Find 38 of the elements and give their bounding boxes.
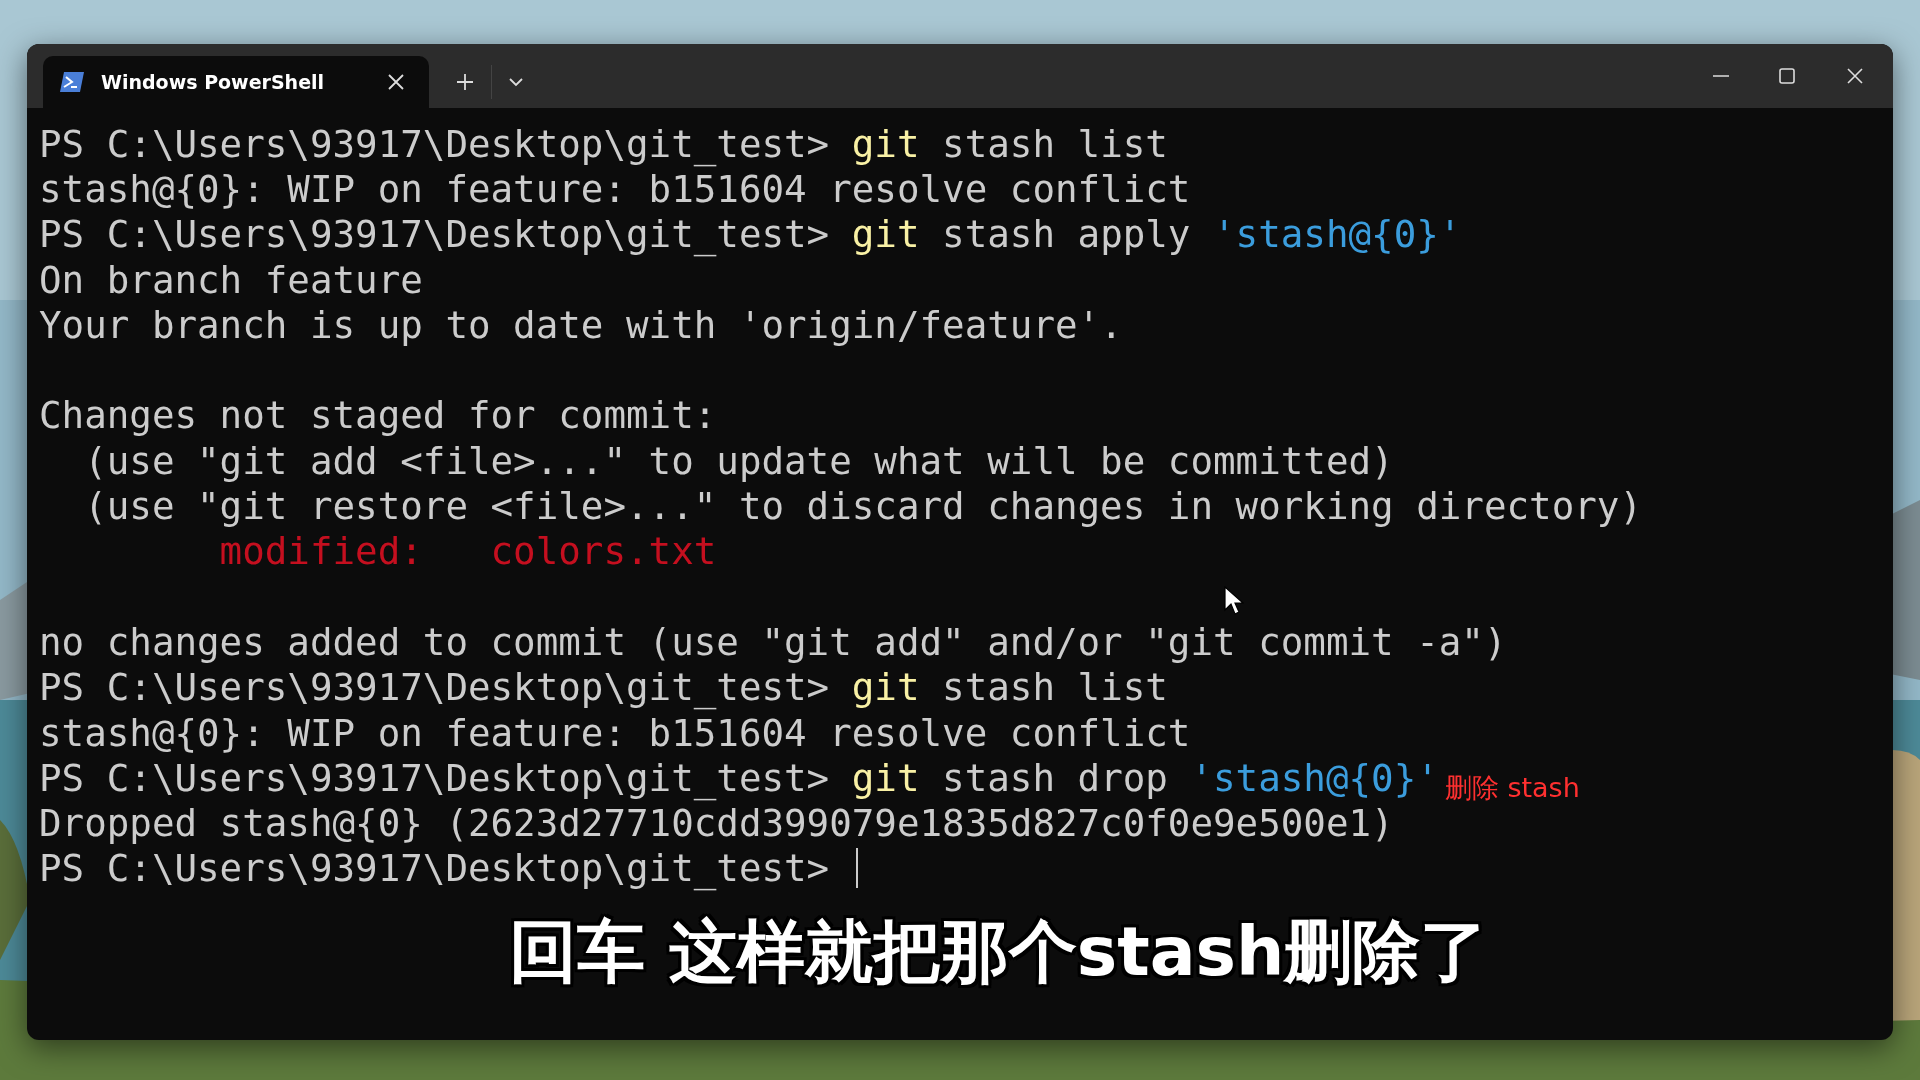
plus-icon bbox=[455, 72, 475, 92]
terminal-tab[interactable]: Windows PowerShell bbox=[43, 56, 429, 108]
subtitle-caption: 回车 这样就把那个stash删除了 bbox=[509, 911, 1489, 994]
chevron-down-icon bbox=[508, 77, 524, 87]
text-cursor bbox=[855, 848, 858, 889]
modified-file-text: modified: colors.txt bbox=[218, 529, 717, 574]
terminal-text: PS C:\Users\93917\Desktop\git_test> bbox=[39, 755, 831, 800]
tab-title: Windows PowerShell bbox=[101, 71, 326, 93]
command-text: git bbox=[851, 665, 920, 710]
terminal-text: (use "git add <file>..." to update what will be committed) bbox=[83, 438, 1394, 483]
terminal-text: PS C:\Users\93917\Desktop\git_test> bbox=[39, 212, 831, 257]
close-icon bbox=[1845, 66, 1865, 86]
terminal-text: stash list bbox=[941, 665, 1168, 710]
terminal-text: PS C:\Users\93917\Desktop\git_test> bbox=[39, 665, 831, 710]
terminal-text: PS C:\Users\93917\Desktop\git_test> bbox=[39, 846, 831, 891]
terminal-text: Dropped stash@{0} (2623d27710cdd399079e1835d827c0f0e9e500e1) bbox=[39, 801, 1394, 846]
mouse-pointer-icon bbox=[1224, 586, 1244, 616]
minimize-icon bbox=[1713, 75, 1729, 77]
string-text: 'stash@{0}' bbox=[1190, 755, 1439, 800]
annotation-text: 删除 stash bbox=[1444, 771, 1580, 806]
terminal-text: stash apply bbox=[941, 212, 1192, 257]
terminal-text: Your branch is up to date with 'origin/feature'. bbox=[39, 302, 1123, 347]
terminal-text: stash@{0}: WIP on feature: b151604 resolve conflict bbox=[39, 166, 1191, 211]
terminal-text: stash@{0}: WIP on feature: b151604 resolve conflict bbox=[39, 710, 1191, 755]
command-text: git bbox=[851, 755, 920, 800]
terminal-text: no changes added to commit (use "git add" and/or "git commit -a") bbox=[39, 619, 1507, 664]
terminal-text: (use "git restore <file>..." to discard changes in working directory) bbox=[83, 484, 1642, 528]
close-icon bbox=[387, 73, 405, 91]
command-text: git bbox=[851, 121, 920, 166]
maximize-icon bbox=[1777, 66, 1797, 86]
terminal-text: Changes not staged for commit: bbox=[39, 393, 717, 438]
terminal-text: PS C:\Users\93917\Desktop\git_test> bbox=[39, 121, 831, 166]
string-text: 'stash@{0}' bbox=[1213, 212, 1462, 257]
terminal-text: On branch feature bbox=[39, 257, 423, 302]
terminal-text: stash drop bbox=[941, 755, 1169, 800]
powershell-icon bbox=[59, 71, 85, 93]
command-text: git bbox=[851, 212, 920, 257]
terminal-text: stash list bbox=[941, 121, 1168, 166]
